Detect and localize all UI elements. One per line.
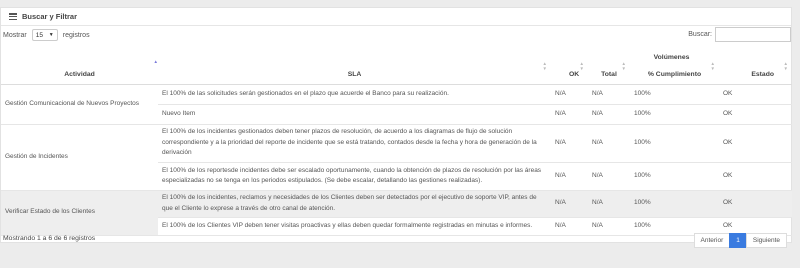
ok-cell: N/A (551, 84, 588, 105)
panel-title: Buscar y Filtrar (22, 12, 78, 21)
col-header-sla[interactable]: SLA ▲ ▼ (158, 61, 551, 85)
panel-header: Buscar y Filtrar (1, 8, 791, 26)
sla-cell: El 100% de las solicitudes serán gestion… (158, 84, 551, 105)
ok-cell: N/A (551, 124, 588, 163)
next-page-button[interactable]: Siguiente (745, 233, 787, 248)
table-controls: Mostrar 15 ▼ registros Buscar: (1, 27, 791, 43)
ok-cell: N/A (551, 162, 588, 191)
page-length-control: Mostrar 15 ▼ registros (3, 29, 90, 41)
sla-table: Volúmenes Actividad ▲ SLA ▲ ▼ OK ▲ ▼ Total ▲ ▼ … (1, 49, 793, 236)
col-header-ok[interactable]: OK ▲ ▼ (551, 61, 588, 85)
total-cell: N/A (588, 217, 630, 236)
filter-panel: Buscar y Filtrar Mostrar 15 ▼ registros … (0, 7, 793, 248)
col-header-actividad[interactable]: Actividad ▲ (1, 59, 158, 85)
sla-cell: El 100% de los incidentes gestionados de… (158, 124, 551, 163)
total-cell: N/A (588, 124, 630, 163)
search-control: Buscar: (688, 27, 791, 42)
sla-cell: El 100% de los Clientes VIP deben tener … (158, 217, 551, 236)
page-button-current[interactable]: 1 (729, 233, 747, 248)
chevron-down-icon: ▼ (48, 32, 54, 38)
sort-asc-icon: ▲ (153, 59, 158, 64)
total-cell: N/A (588, 84, 630, 105)
cumplimiento-cell: 100% (630, 104, 719, 125)
col-header-cumplimiento[interactable]: % Cumplimiento ▲ ▼ (630, 61, 719, 85)
estado-cell: OK (719, 84, 793, 105)
page-length-select[interactable]: 15 ▼ (31, 29, 58, 41)
ok-cell: N/A (551, 190, 588, 218)
table-row: Gestión Comunicacional de Nuevos Proyect… (1, 84, 793, 125)
table-row: Gestión de Incidentes El 100% de los inc… (1, 124, 793, 191)
activity-cell: Verificar Estado de los Clientes (1, 190, 158, 236)
table-info: Mostrando 1 a 6 de 6 registros (3, 235, 96, 242)
list-icon (9, 13, 17, 20)
cumplimiento-cell: 100% (630, 124, 719, 163)
cumplimiento-cell: 100% (630, 162, 719, 191)
sla-cell: El 100% de los incidentes, reclamos y ne… (158, 190, 551, 218)
table-row: Verificar Estado de los Clientes El 100%… (1, 190, 793, 236)
sort-icon: ▲ ▼ (621, 61, 626, 71)
group-header-volumenes: Volúmenes (653, 53, 690, 61)
estado-cell: OK (719, 124, 793, 163)
sort-icon: ▲ ▼ (542, 61, 547, 71)
activity-cell: Gestión de Incidentes (1, 124, 158, 191)
prev-page-button[interactable]: Anterior (693, 233, 731, 248)
estado-cell: OK (719, 190, 793, 218)
pagination: Anterior 1 Siguiente (693, 233, 787, 248)
estado-cell: OK (719, 162, 793, 191)
activity-cell: Gestión Comunicacional de Nuevos Proyect… (1, 84, 158, 125)
cumplimiento-cell: 100% (630, 84, 719, 105)
ok-cell: N/A (551, 217, 588, 236)
page-length-value: 15 (35, 31, 43, 39)
sort-icon: ▲ ▼ (710, 61, 715, 71)
col-header-estado[interactable]: Estado ▲ ▼ (719, 61, 793, 85)
length-suffix: registros (62, 31, 90, 39)
sla-cell: El 100% de los reportesde incidentes deb… (158, 162, 551, 191)
ok-cell: N/A (551, 104, 588, 125)
sort-icon: ▲ ▼ (579, 61, 584, 71)
estado-cell: OK (719, 104, 793, 125)
search-label: Buscar: (688, 31, 712, 38)
col-header-total[interactable]: Total ▲ ▼ (588, 61, 630, 85)
cumplimiento-cell: 100% (630, 190, 719, 218)
total-cell: N/A (588, 190, 630, 218)
sla-cell: Nuevo Item (158, 104, 551, 125)
length-prefix: Mostrar (3, 31, 27, 39)
search-input[interactable] (715, 27, 791, 42)
total-cell: N/A (588, 162, 630, 191)
sort-icon: ▲ ▼ (783, 61, 789, 71)
total-cell: N/A (588, 104, 630, 125)
